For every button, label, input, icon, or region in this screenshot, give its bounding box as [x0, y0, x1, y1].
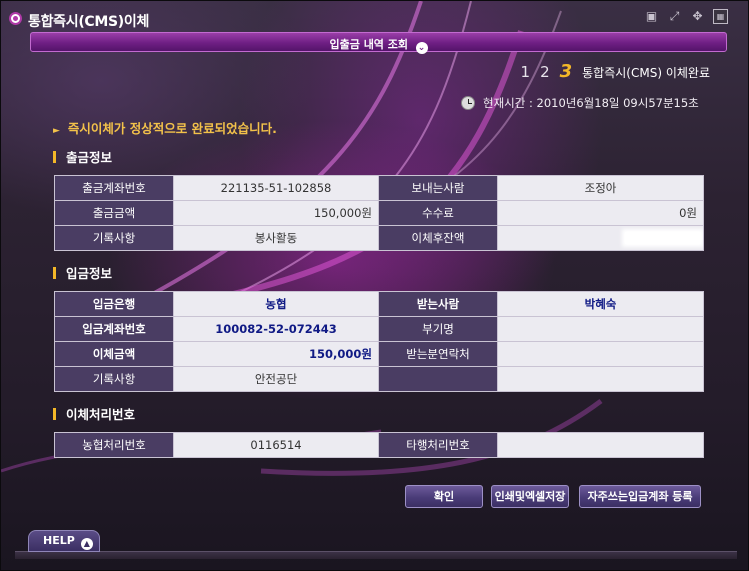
table-row: 출금금액 150,000원 수수료 0원	[54, 200, 704, 226]
triangle-right-icon: ►	[53, 126, 60, 136]
table-row: 기록사항 안전공단	[54, 366, 704, 392]
table-label: 기록사항	[54, 366, 174, 392]
table-value: 150,000원	[173, 341, 379, 367]
deposit-heading-text: 입금정보	[66, 266, 113, 281]
table-label	[378, 366, 498, 392]
table-row: 입금계좌번호 100082-52-072443 부기명	[54, 316, 704, 342]
chevron-down-icon[interactable]: ⌄	[415, 42, 428, 54]
table-value: 농협	[173, 291, 379, 317]
help-button[interactable]: HELP ▲	[28, 530, 100, 552]
resize-icon[interactable]: ⤢	[667, 9, 682, 24]
table-label: 기록사항	[54, 225, 174, 251]
step-2: 2	[540, 63, 550, 81]
window-controls: ▣ ⤢ ✥ ▦	[644, 9, 728, 24]
table-value: 봉사활동	[173, 225, 379, 251]
current-time-text: 현재시간 : 2010년6월18일 09시57분15초	[483, 96, 699, 110]
table-value: 221135-51-102858	[173, 175, 379, 201]
window-title: 통합즉시(CMS)이체	[28, 14, 150, 30]
register-favorite-account-button[interactable]: 자주쓰는입금계좌 등록	[579, 485, 701, 508]
table-value: 박혜숙	[497, 291, 704, 317]
table-label: 받는분연락처	[378, 341, 498, 367]
table-row: 기록사항 봉사활동 이체후잔액	[54, 225, 704, 251]
print-excel-button[interactable]: 인쇄및엑셀저장	[491, 485, 569, 508]
table-row: 입금은행 농협 받는사람 박혜숙	[54, 291, 704, 317]
process-heading-text: 이체처리번호	[66, 407, 136, 422]
section-bar-icon	[53, 151, 56, 163]
process-heading: 이체처리번호	[53, 404, 135, 423]
step-1: 1	[520, 63, 531, 81]
table-label: 수수료	[378, 200, 498, 226]
mouse-icon[interactable]: ▣	[644, 9, 659, 24]
table-value: 안전공단	[173, 366, 379, 392]
completion-message: ► 즉시이체가 정상적으로 완료되었습니다.	[53, 118, 277, 137]
move-icon[interactable]: ✥	[690, 9, 705, 24]
withdraw-table: 출금계좌번호 221135-51-102858 보내는사람 조정아 출금금액 1…	[54, 175, 704, 251]
bottom-strip	[15, 551, 737, 559]
table-label: 이체금액	[54, 341, 174, 367]
table-label: 출금금액	[54, 200, 174, 226]
step-3: 3	[559, 61, 573, 82]
chevron-up-icon: ▲	[80, 538, 93, 550]
table-value: 150,000원	[173, 200, 379, 226]
table-value: 조정아	[497, 175, 704, 201]
close-box-icon[interactable]: ▦	[713, 9, 728, 24]
help-label: HELP	[43, 534, 75, 547]
table-label: 입금은행	[54, 291, 174, 317]
radio-bullet-icon	[9, 12, 22, 25]
table-label: 이체후잔액	[378, 225, 498, 251]
completion-text: 즉시이체가 정상적으로 완료되었습니다.	[67, 121, 277, 136]
table-row: 이체금액 150,000원 받는분연락처	[54, 341, 704, 367]
table-value	[497, 341, 704, 367]
withdraw-heading: 출금정보	[53, 147, 112, 166]
clock-icon	[461, 96, 475, 110]
table-value: 0원	[497, 200, 704, 226]
section-bar-icon	[53, 408, 56, 420]
table-label: 부기명	[378, 316, 498, 342]
step-label: 통합즉시(CMS) 이체완료	[582, 66, 710, 80]
redaction-blur	[625, 232, 701, 244]
deposit-table: 입금은행 농협 받는사람 박혜숙 입금계좌번호 100082-52-072443…	[54, 291, 704, 392]
table-label: 농협처리번호	[54, 432, 174, 458]
table-label: 입금계좌번호	[54, 316, 174, 342]
current-time: 현재시간 : 2010년6월18일 09시57분15초	[461, 95, 699, 111]
table-value: 0116514	[173, 432, 379, 458]
table-label: 타행처리번호	[378, 432, 498, 458]
table-row: 농협처리번호 0116514 타행처리번호	[54, 432, 704, 458]
transaction-inquiry-bar[interactable]: 입출금 내역 조회 ⌄	[30, 32, 727, 54]
table-value	[497, 432, 704, 458]
section-bar-icon	[53, 267, 56, 279]
table-value: 100082-52-072443	[173, 316, 379, 342]
process-table: 농협처리번호 0116514 타행처리번호	[54, 432, 704, 458]
table-label: 받는사람	[378, 291, 498, 317]
confirm-button[interactable]: 확인	[405, 485, 483, 508]
title-bar: 통합즉시(CMS)이체 ▣ ⤢ ✥ ▦	[1, 1, 748, 35]
table-value	[497, 316, 704, 342]
table-row: 출금계좌번호 221135-51-102858 보내는사람 조정아	[54, 175, 704, 201]
app-window: 통합즉시(CMS)이체 ▣ ⤢ ✥ ▦ 입출금 내역 조회 ⌄ 1 2 3 통합…	[0, 0, 749, 571]
deposit-heading: 입금정보	[53, 263, 112, 282]
table-value	[497, 366, 704, 392]
subbar-title: 입출금 내역 조회	[329, 38, 409, 51]
table-label: 출금계좌번호	[54, 175, 174, 201]
table-label: 보내는사람	[378, 175, 498, 201]
masked-balance	[497, 225, 704, 251]
step-indicator: 1 2 3 통합즉시(CMS) 이체완료	[521, 61, 710, 82]
withdraw-heading-text: 출금정보	[66, 150, 113, 165]
